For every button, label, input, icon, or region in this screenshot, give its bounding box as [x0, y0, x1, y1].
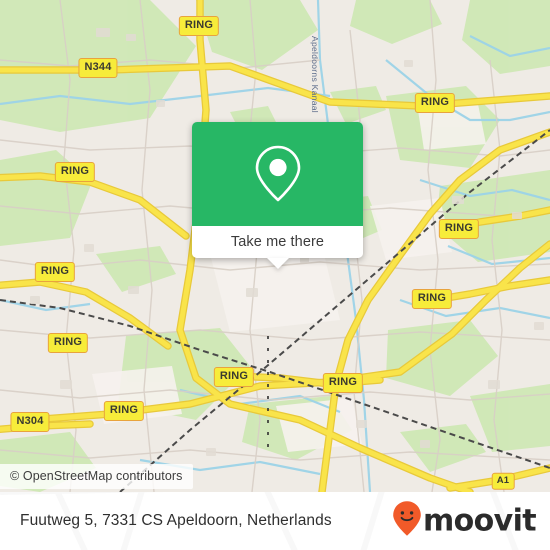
- popup-header: [192, 122, 363, 226]
- road-shield[interactable]: RING: [322, 373, 364, 393]
- moovit-pin-icon: [392, 501, 422, 542]
- road-shield[interactable]: RING: [213, 367, 255, 387]
- map-canvas[interactable]: Apeldoorns Kanaal RING N344 RING RING RI…: [0, 0, 550, 492]
- road-shield[interactable]: A1: [491, 472, 515, 490]
- map-pin-icon: [252, 143, 304, 205]
- footer-bar: Fuutweg 5, 7331 CS Apeldoorn, Netherland…: [0, 492, 550, 550]
- waterway-label-apeldoorns-kanaal: Apeldoorns Kanaal: [310, 36, 320, 113]
- road-shield[interactable]: RING: [103, 401, 145, 421]
- road-shield[interactable]: RING: [178, 16, 220, 36]
- map-attribution[interactable]: © OpenStreetMap contributors: [0, 464, 193, 489]
- moovit-logo[interactable]: moovit: [392, 501, 537, 542]
- road-shield[interactable]: N344: [78, 58, 118, 78]
- address-text: Fuutweg 5, 7331 CS Apeldoorn, Netherland…: [20, 512, 332, 529]
- road-shield[interactable]: N304: [10, 412, 50, 432]
- road-shield[interactable]: RING: [47, 333, 89, 353]
- take-me-there-label: Take me there: [230, 234, 325, 250]
- moovit-wordmark: moovit: [422, 503, 537, 538]
- road-shield[interactable]: RING: [54, 162, 96, 182]
- road-shield[interactable]: RING: [414, 93, 456, 113]
- location-popup-card[interactable]: Take me there: [192, 122, 363, 269]
- road-shield[interactable]: RING: [34, 262, 76, 282]
- road-shield[interactable]: RING: [411, 289, 453, 309]
- popup-pointer-tail: [266, 258, 289, 269]
- popup-footer[interactable]: Take me there: [192, 226, 363, 269]
- map-screenshot-page: Apeldoorns Kanaal RING N344 RING RING RI…: [0, 0, 550, 550]
- road-shield[interactable]: RING: [438, 219, 480, 239]
